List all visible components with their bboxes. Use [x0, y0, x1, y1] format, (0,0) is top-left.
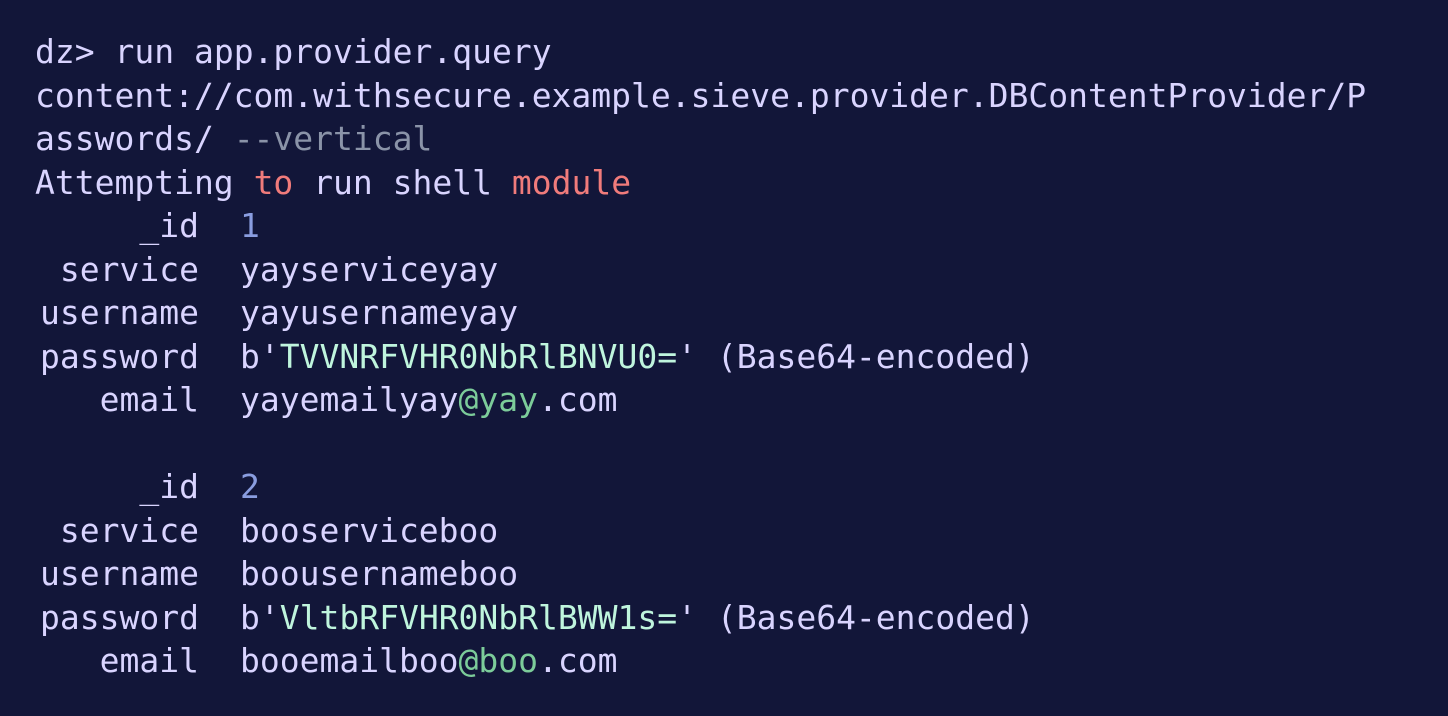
password-suffix: ': [677, 337, 697, 376]
record-1-id-row: _id 1: [35, 204, 260, 248]
service-value: yayserviceyay: [240, 250, 499, 289]
uri-text-part2: asswords/: [35, 119, 214, 158]
record-1-username-row: username yayusernameyay: [35, 291, 518, 335]
email-domain: @yay: [458, 380, 539, 419]
record-1-password-row: password b'TVVNRFVHR0NbRlBNVU0=' (Base64-…: [35, 335, 1035, 379]
record-2-email-row: email booemailboo@boo.com: [35, 639, 618, 683]
record-id-value: 2: [240, 467, 260, 506]
password-base64-value: VltbRFVHR0NbRlBWW1s=: [279, 598, 678, 637]
field-label-password: password: [40, 337, 199, 376]
field-label-id: _id: [139, 206, 199, 245]
record-2-id-row: _id 2: [35, 465, 260, 509]
terminal-window[interactable]: dz> run app.provider.query content://com…: [0, 0, 1448, 716]
status-word-attempting: Attempting: [35, 163, 234, 202]
vertical-flag: --vertical: [233, 119, 433, 158]
password-prefix: b': [240, 598, 280, 637]
field-label-service: service: [59, 511, 199, 550]
username-value: yayusernameyay: [240, 293, 519, 332]
password-suffix: ': [677, 598, 697, 637]
email-tld: .com: [538, 641, 618, 680]
status-word-run-shell: run shell: [313, 163, 492, 202]
field-label-email: email: [99, 380, 199, 419]
service-value: booserviceboo: [240, 511, 499, 550]
username-value: boousernameboo: [240, 554, 519, 593]
record-2-password-row: password b'VltbRFVHR0NbRlBWW1s=' (Base64-…: [35, 596, 1035, 640]
field-label-username: username: [40, 293, 199, 332]
field-label-username: username: [40, 554, 199, 593]
password-base64-value: TVVNRFVHR0NbRlBNVU0=: [279, 337, 678, 376]
field-label-email: email: [99, 641, 199, 680]
password-prefix: b': [240, 337, 280, 376]
email-user: booemailboo: [240, 641, 459, 680]
status-word-module: module: [511, 163, 632, 202]
command-text: run app.provider.query: [114, 32, 552, 71]
record-1-email-row: email yayemailyay@yay.com: [35, 378, 618, 422]
field-label-password: password: [40, 598, 199, 637]
command-uri-line: content://com.withsecure.example.sieve.p…: [35, 74, 1366, 118]
email-domain: @boo: [458, 641, 539, 680]
status-line: Attempting to run shell module: [35, 161, 631, 205]
email-tld: .com: [538, 380, 618, 419]
field-label-id: _id: [139, 467, 199, 506]
field-label-service: service: [59, 250, 199, 289]
prompt: dz>: [35, 32, 95, 71]
command-line: dz> run app.provider.query: [35, 30, 552, 74]
record-2-username-row: username boousernameboo: [35, 552, 518, 596]
password-encoding-note: (Base64-encoded): [716, 598, 1035, 637]
record-2-service-row: service booserviceboo: [35, 509, 498, 553]
status-word-to: to: [253, 163, 294, 202]
password-encoding-note: (Base64-encoded): [716, 337, 1035, 376]
record-id-value: 1: [240, 206, 260, 245]
record-1-service-row: service yayserviceyay: [35, 248, 498, 292]
command-uri-continuation: asswords/ --vertical: [35, 117, 432, 161]
email-user: yayemailyay: [240, 380, 459, 419]
uri-text-part1: content://com.withsecure.example.sieve.p…: [35, 76, 1367, 115]
